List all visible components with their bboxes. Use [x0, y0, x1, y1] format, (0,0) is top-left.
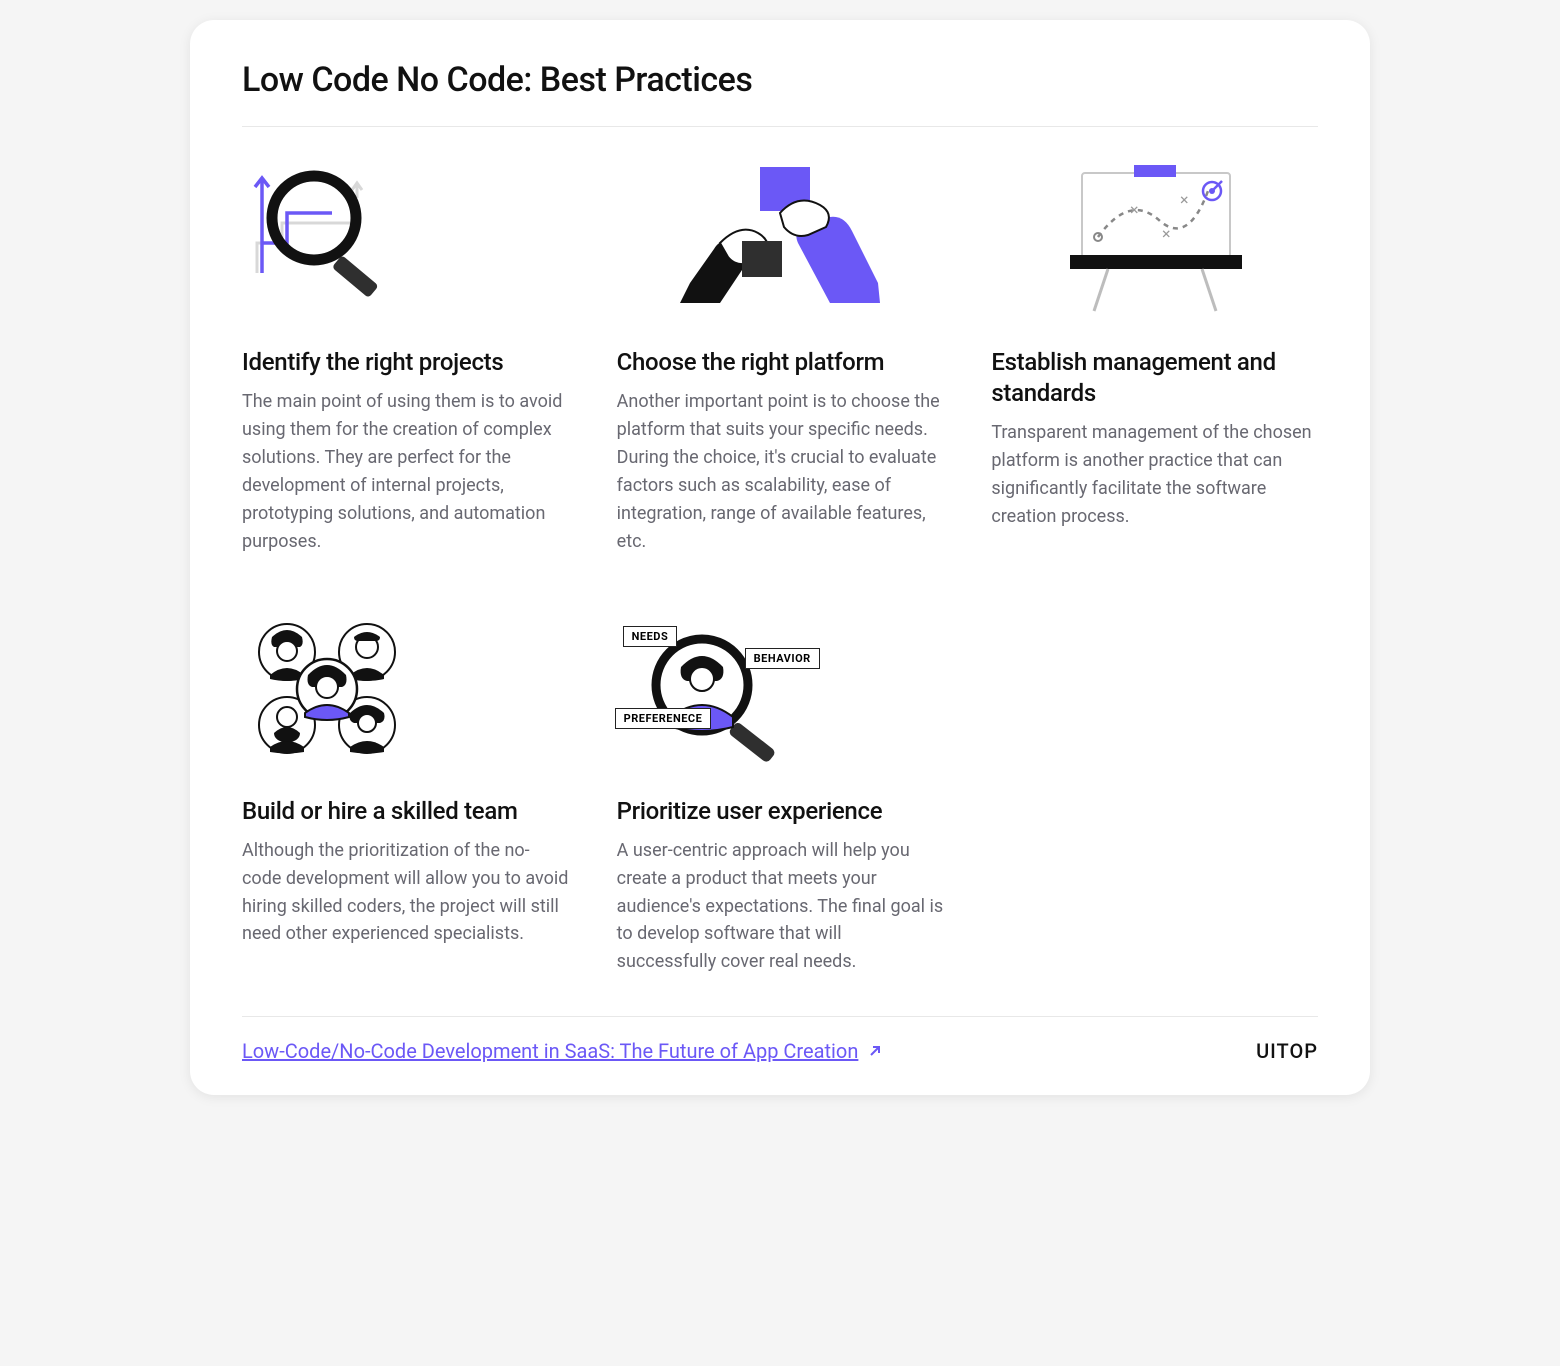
practice-skilled-team: Build or hire a skilled team Although th… [242, 612, 569, 977]
page-title: Low Code No Code: Best Practices [242, 60, 1318, 127]
practice-title: Build or hire a skilled team [242, 796, 569, 827]
footer-source-link[interactable]: Low-Code/No-Code Development in SaaS: Th… [242, 1039, 884, 1063]
practices-grid: Identify the right projects The main poi… [242, 163, 1318, 976]
practice-desc: Transparent management of the chosen pla… [991, 419, 1318, 531]
team-avatars-icon [242, 612, 569, 762]
needs-tag: NEEDS [623, 626, 678, 647]
persona-magnifier-icon: NEEDS BEHAVIOR PREFERENECE [617, 612, 944, 762]
hands-blocks-icon [617, 163, 944, 313]
practice-desc: The main point of using them is to avoid… [242, 388, 569, 555]
svg-text:×: × [1130, 200, 1139, 219]
footer: Low-Code/No-Code Development in SaaS: Th… [242, 1016, 1318, 1063]
practice-identify-projects: Identify the right projects The main poi… [242, 163, 569, 556]
practice-title: Establish management and standards [991, 347, 1318, 409]
external-link-icon [866, 1042, 884, 1060]
behavior-tag: BEHAVIOR [745, 648, 820, 669]
svg-text:×: × [1180, 190, 1189, 209]
practice-title: Identify the right projects [242, 347, 569, 378]
card: Low Code No Code: Best Practices [190, 20, 1370, 1095]
brand-label: UITOP [1256, 1039, 1318, 1063]
practice-title: Prioritize user experience [617, 796, 944, 827]
footer-link-text: Low-Code/No-Code Development in SaaS: Th… [242, 1039, 858, 1063]
whiteboard-strategy-icon: × × × [991, 163, 1318, 313]
practice-establish-standards: × × × Establish management and standards… [991, 163, 1318, 556]
practice-desc: Another important point is to choose the… [617, 388, 944, 555]
practice-title: Choose the right platform [617, 347, 944, 378]
magnifier-chart-icon [242, 163, 569, 313]
svg-text:×: × [1162, 224, 1171, 243]
practice-desc: A user-centric approach will help you cr… [617, 837, 944, 976]
practice-choose-platform: Choose the right platform Another import… [617, 163, 944, 556]
practice-user-experience: NEEDS BEHAVIOR PREFERENECE Prioritize us… [617, 612, 944, 977]
practice-desc: Although the prioritization of the no-co… [242, 837, 569, 949]
preference-tag: PREFERENECE [615, 708, 712, 729]
